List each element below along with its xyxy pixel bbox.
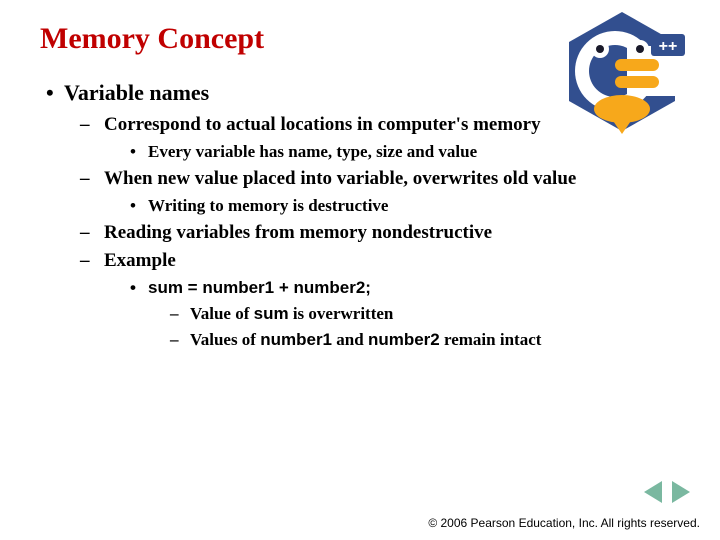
nav-controls — [644, 481, 690, 508]
code-number2: number2 — [368, 330, 440, 349]
slide: ++ Memory Concept Variable names Corresp… — [0, 0, 720, 540]
bullet-l2: When new value placed into variable, ove… — [80, 168, 680, 190]
text: is overwritten — [289, 304, 394, 323]
slide-content: Variable names Correspond to actual loca… — [40, 80, 680, 350]
bullet-l4: Values of number1 and number2 remain int… — [170, 330, 680, 350]
bullet-l3: Writing to memory is destructive — [130, 196, 680, 216]
bullet-l4: Value of sum is overwritten — [170, 304, 680, 324]
cpp-badge-text: ++ — [659, 38, 678, 55]
copyright-text: © 2006 Pearson Education, Inc. All right… — [428, 516, 700, 530]
text: Value of — [190, 304, 254, 323]
text: Values of — [190, 330, 260, 349]
bullet-l2: Example — [80, 250, 680, 272]
prev-slide-button[interactable] — [644, 481, 662, 503]
next-slide-button[interactable] — [672, 481, 690, 503]
text: remain intact — [440, 330, 542, 349]
bullet-l3-code: sum = number1 + number2; — [130, 278, 680, 298]
bullet-l1: Variable names — [46, 80, 680, 106]
text: and — [332, 330, 368, 349]
code-sum: sum — [254, 304, 289, 323]
bullet-l2: Correspond to actual locations in comput… — [80, 114, 680, 136]
bullet-l3: Every variable has name, type, size and … — [130, 142, 680, 162]
code-number1: number1 — [260, 330, 332, 349]
bullet-l2: Reading variables from memory nondestruc… — [80, 222, 680, 244]
